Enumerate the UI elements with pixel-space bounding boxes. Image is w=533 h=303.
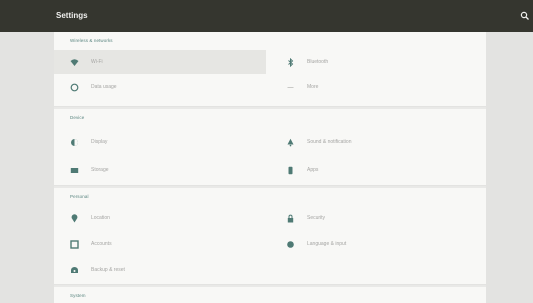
setting-item-label: Apps	[307, 167, 319, 173]
page-title: Settings	[56, 11, 88, 20]
setting-item-location[interactable]: Location	[54, 206, 266, 230]
section-title: Wireless & networks	[70, 38, 113, 43]
section-title: System	[70, 293, 86, 298]
setting-item-apps[interactable]: Apps	[270, 158, 470, 182]
location-icon	[70, 213, 79, 223]
setting-item-label: More	[307, 84, 319, 90]
wifi-icon	[70, 58, 79, 67]
apps-icon	[286, 166, 295, 175]
setting-item-storage[interactable]: Storage	[54, 158, 266, 182]
setting-item-label: Wi-Fi	[91, 59, 103, 65]
more-icon	[286, 83, 295, 92]
section-device: Device Display Storage Sound & notificat…	[54, 109, 486, 186]
data-usage-icon	[70, 83, 79, 92]
setting-item-language-input[interactable]: Language & input	[270, 232, 470, 256]
right-gutter	[486, 32, 533, 303]
setting-item-label: Backup & reset	[91, 267, 125, 273]
setting-item-label: Sound & notification	[307, 139, 352, 145]
setting-item-display[interactable]: Display	[54, 130, 266, 154]
section-title: Personal	[70, 194, 89, 199]
setting-item-security[interactable]: Security	[270, 206, 470, 230]
search-icon[interactable]	[518, 9, 532, 23]
setting-item-label: Data usage	[91, 84, 117, 90]
app-bar: Settings	[0, 0, 533, 32]
setting-item-label: Language & input	[307, 241, 347, 247]
globe-icon	[286, 240, 295, 249]
lock-icon	[286, 214, 295, 223]
accounts-icon	[70, 239, 79, 249]
section-wireless-networks: Wireless & networks Wi-Fi Data usage Blu…	[54, 32, 486, 107]
setting-item-label: Display	[91, 139, 108, 145]
setting-item-data-usage[interactable]: Data usage	[54, 75, 266, 99]
setting-item-bluetooth[interactable]: Bluetooth	[270, 50, 470, 74]
setting-item-label: Security	[307, 215, 326, 221]
section-title: Device	[70, 115, 85, 120]
setting-item-label: Accounts	[91, 241, 112, 247]
section-system: System	[54, 287, 486, 303]
setting-item-label: Bluetooth	[307, 59, 329, 65]
storage-icon	[70, 166, 79, 175]
setting-item-accounts[interactable]: Accounts	[54, 232, 266, 256]
setting-item-label: Storage	[91, 167, 109, 173]
bell-icon	[286, 138, 295, 147]
left-gutter	[0, 32, 54, 303]
setting-item-more[interactable]: More	[270, 75, 470, 99]
setting-item-sound-notification[interactable]: Sound & notification	[270, 130, 470, 154]
bluetooth-icon	[286, 57, 295, 67]
backup-icon	[70, 266, 79, 275]
section-personal: Personal Location Accounts Backup & rese…	[54, 188, 486, 285]
setting-item-backup-reset[interactable]: Backup & reset	[54, 258, 266, 282]
setting-item-label: Location	[91, 215, 110, 221]
display-icon	[70, 138, 79, 147]
setting-item-wifi[interactable]: Wi-Fi	[54, 50, 266, 74]
